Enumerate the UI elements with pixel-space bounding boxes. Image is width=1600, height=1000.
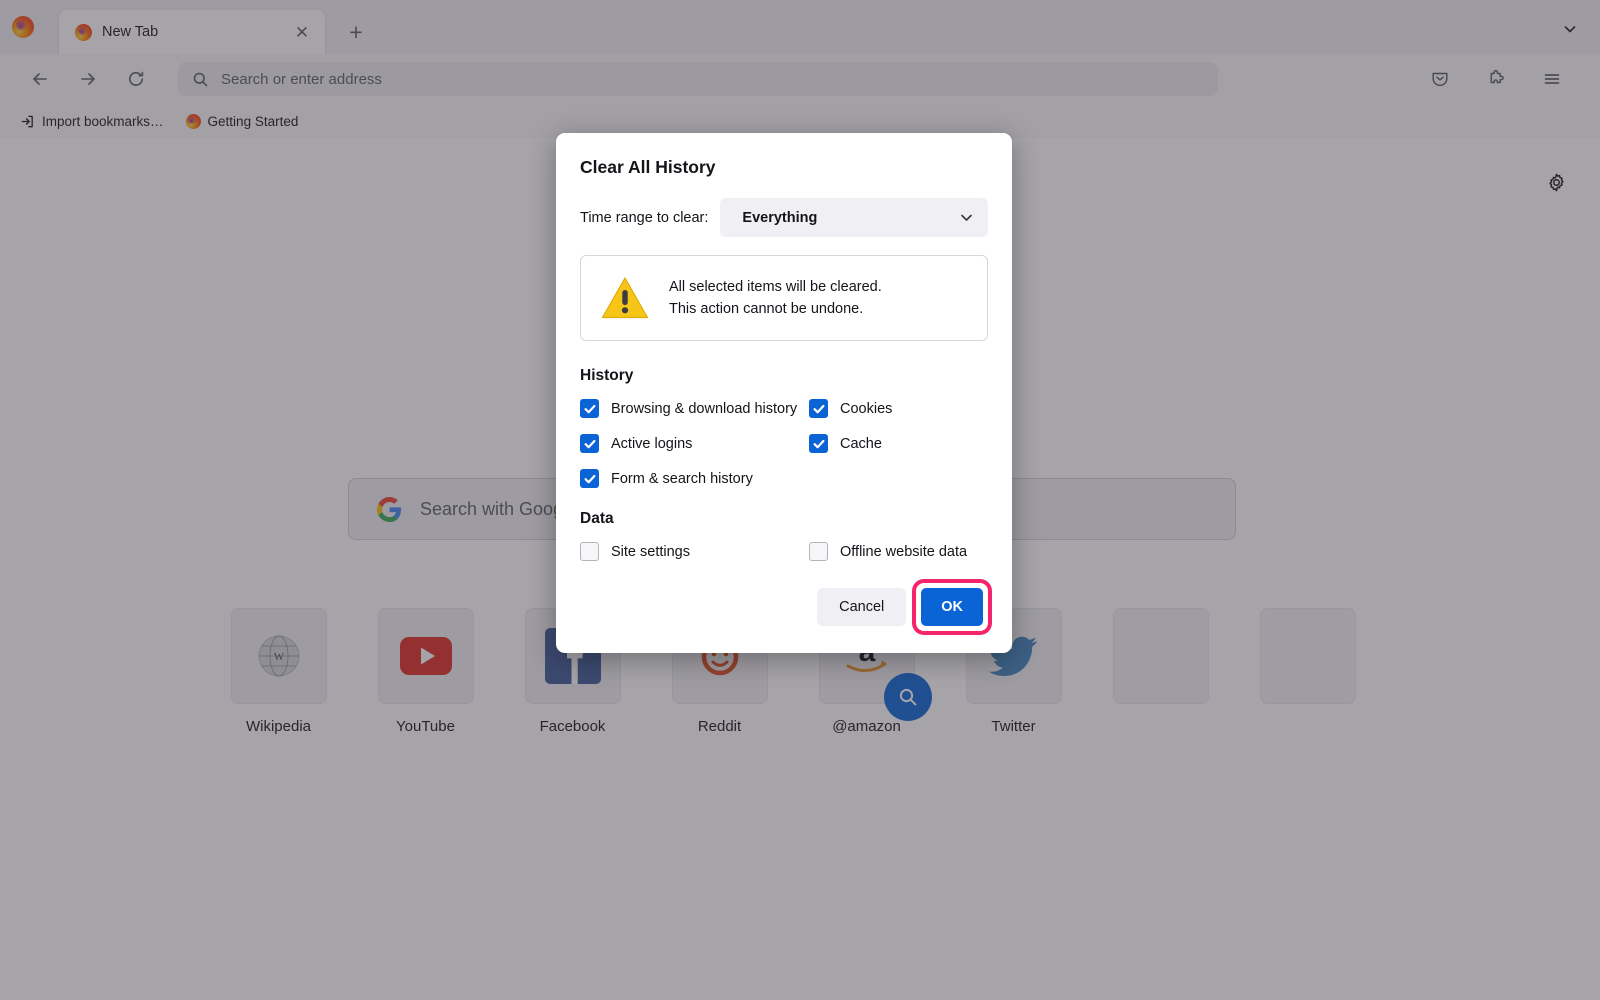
warning-line-1: All selected items will be cleared. — [669, 279, 882, 295]
data-section-title: Data — [580, 510, 614, 527]
warning-text: All selected items will be cleared. This… — [669, 279, 882, 317]
checkbox-form-search-history[interactable]: Form & search history — [580, 469, 809, 488]
checkbox-checked-icon — [580, 434, 599, 453]
history-checkbox-grid: Browsing & download history Cookies Acti… — [580, 399, 988, 488]
checkbox-unchecked-icon — [580, 542, 599, 561]
warning-line-2: This action cannot be undone. — [669, 301, 864, 317]
checkbox-label: Cookies — [840, 400, 893, 417]
checkbox-label: Site settings — [611, 543, 690, 560]
cancel-button[interactable]: Cancel — [817, 588, 907, 626]
dialog-title: Clear All History — [580, 157, 716, 177]
time-range-label: Time range to clear: — [580, 209, 709, 226]
dialog-actions: Cancel OK — [580, 579, 992, 635]
checkbox-checked-icon — [809, 399, 828, 418]
checkbox-label: Cache — [840, 435, 882, 452]
checkbox-active-logins[interactable]: Active logins — [580, 434, 809, 453]
checkbox-browsing-download-history[interactable]: Browsing & download history — [580, 399, 809, 418]
checkbox-checked-icon — [580, 399, 599, 418]
checkbox-cookies[interactable]: Cookies — [809, 399, 988, 418]
time-range-row: Time range to clear: Everything — [580, 198, 988, 237]
checkbox-label: Browsing & download history — [611, 400, 798, 417]
grid-spacer — [809, 469, 988, 488]
checkbox-label: Offline website data — [840, 543, 968, 560]
checkbox-label: Active logins — [611, 435, 693, 452]
history-section-title: History — [580, 367, 634, 384]
time-range-value: Everything — [742, 209, 818, 226]
checkbox-label: Form & search history — [611, 470, 753, 487]
warning-box: All selected items will be cleared. This… — [580, 255, 988, 341]
screenshot-root: New Tab ✕ + Search or enter address Impo… — [0, 0, 1600, 1000]
ok-button-highlight: OK — [912, 579, 992, 635]
checkbox-checked-icon — [580, 469, 599, 488]
checkbox-offline-website-data[interactable]: Offline website data — [809, 542, 988, 561]
data-checkbox-grid: Site settings Offline website data — [580, 542, 988, 561]
chevron-down-icon — [958, 209, 975, 226]
checkbox-cache[interactable]: Cache — [809, 434, 988, 453]
clear-all-history-dialog: Clear All History Time range to clear: E… — [556, 133, 1012, 653]
checkbox-site-settings[interactable]: Site settings — [580, 542, 809, 561]
checkbox-checked-icon — [809, 434, 828, 453]
time-range-dropdown[interactable]: Everything — [720, 198, 988, 237]
ok-button[interactable]: OK — [921, 588, 983, 626]
checkbox-unchecked-icon — [809, 542, 828, 561]
warning-triangle-icon — [601, 277, 649, 319]
